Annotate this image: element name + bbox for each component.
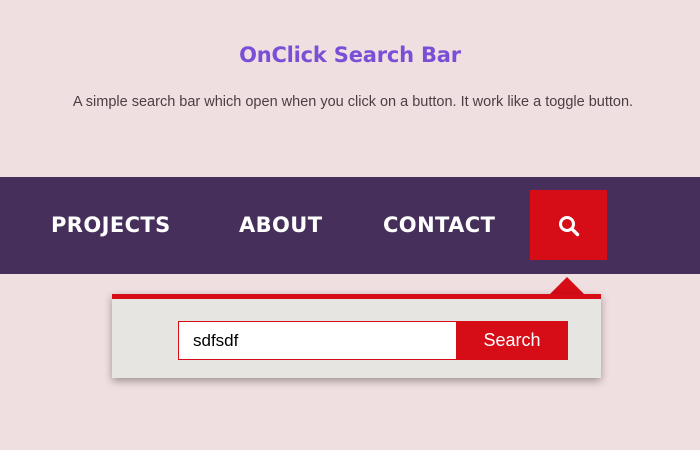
dropdown-arrow: [550, 277, 584, 294]
search-input[interactable]: [178, 321, 457, 360]
search-toggle-button[interactable]: [530, 190, 607, 260]
page-title: OnClick Search Bar: [239, 43, 461, 67]
nav-item-about[interactable]: ABOUT: [239, 177, 323, 274]
search-icon: [559, 216, 580, 237]
navbar: PROJECTS ABOUT CONTACT: [0, 177, 700, 274]
search-button[interactable]: Search: [456, 321, 568, 360]
page-subtitle: A simple search bar which open when you …: [72, 94, 634, 110]
search-panel: Search: [112, 294, 601, 378]
nav-item-projects[interactable]: PROJECTS: [51, 177, 171, 274]
nav-item-contact[interactable]: CONTACT: [383, 177, 495, 274]
